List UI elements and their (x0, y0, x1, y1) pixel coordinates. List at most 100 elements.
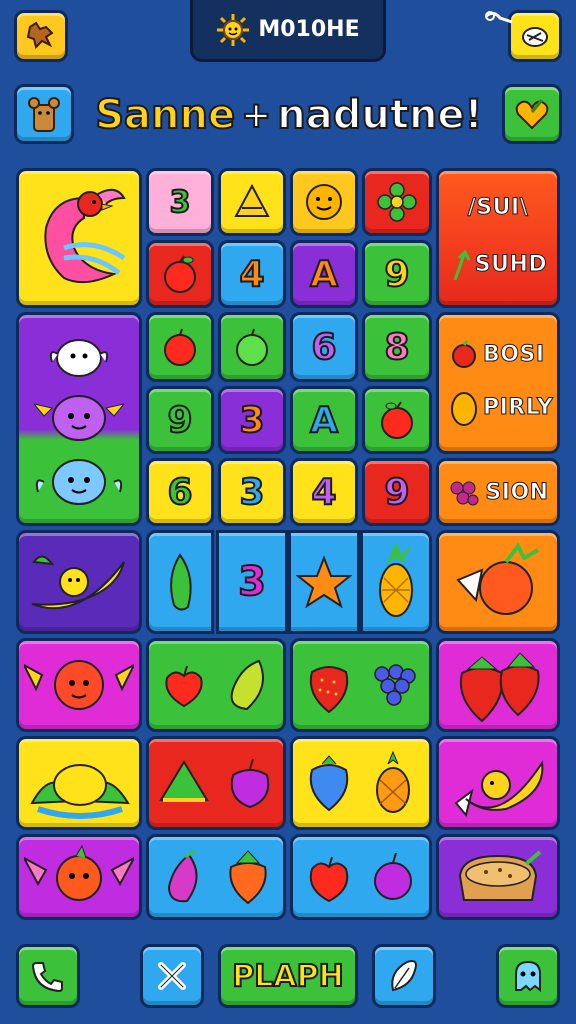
tile-number: A (309, 253, 339, 296)
raspberry-icon (450, 481, 479, 506)
score-label: M010HE (258, 17, 360, 42)
panel-mid-line1: BOSI (483, 341, 545, 367)
tile-strawberry-grape-pair[interactable] (290, 638, 432, 732)
key-icon (485, 11, 513, 24)
tile-orange-right[interactable] (436, 530, 560, 634)
tile-banana-bird[interactable] (16, 530, 142, 634)
tile-r1-c2[interactable] (218, 168, 286, 236)
tile-r5-c3[interactable]: 4 (290, 458, 358, 526)
tile-bread-right[interactable] (436, 834, 560, 920)
tile-r4-c2[interactable]: 3 (218, 386, 286, 454)
apple-icon (381, 401, 413, 439)
ghost-blue-icon (35, 459, 123, 505)
apple-icon (165, 665, 203, 708)
blueberry-icon (309, 755, 349, 812)
tile-r5-c1[interactable]: 6 (146, 458, 214, 526)
sticker-icon (522, 27, 548, 47)
strawberries-icon (460, 652, 540, 723)
sticker-button[interactable] (508, 10, 562, 62)
lemon-bird-icon (454, 760, 544, 818)
tile-r3-c1[interactable] (146, 312, 214, 382)
tile-red-bird[interactable] (16, 834, 142, 920)
title-plus: + (240, 94, 272, 137)
tile-strawberries-right[interactable] (436, 638, 560, 732)
tile-r4-c4[interactable] (362, 386, 432, 454)
panel-top-line1: /SUI\ (467, 194, 529, 220)
phone-icon (31, 962, 63, 993)
ghost-purple-icon (34, 395, 124, 441)
sun-icon (217, 13, 250, 46)
tile-r2-c3[interactable]: A (290, 240, 358, 308)
tile-number: 6 (166, 471, 193, 514)
ghost-white-icon (49, 339, 109, 377)
panel-mid-right[interactable]: BOSI PIRLY (436, 312, 560, 454)
tile-r4-c3[interactable]: A (290, 386, 358, 454)
tile-r2-c4[interactable]: 9 (362, 240, 432, 308)
tile-r6-c3[interactable] (288, 530, 360, 634)
tile-r5-c4[interactable]: 9 (362, 458, 432, 526)
tile-lemon-bird-right[interactable] (436, 736, 560, 830)
tile-lemon-leaf[interactable] (16, 736, 142, 830)
tile-r6-c4[interactable] (360, 530, 432, 634)
tile-r1-c1[interactable]: 3 (146, 168, 214, 236)
tile-r2-c1[interactable] (146, 240, 214, 308)
plum-icon (374, 852, 412, 900)
heart-icon (515, 99, 549, 130)
tile-winged-apple[interactable] (16, 638, 142, 732)
orange-icon (456, 542, 539, 615)
tile-number: 9 (383, 253, 410, 296)
red-bird-icon (24, 844, 134, 901)
strawberry-icon (309, 666, 349, 714)
tile-bird-big[interactable] (16, 168, 142, 308)
tile-triangle-berry-pair[interactable] (146, 736, 286, 830)
play-label: PLAPH (231, 958, 344, 995)
winged-apple-icon (24, 660, 134, 710)
tile-r3-c3[interactable]: 6 (290, 312, 358, 382)
tile-r1-c3[interactable] (290, 168, 358, 236)
dog-icon-button[interactable] (14, 10, 68, 62)
tile-berry-pineapple-pair[interactable] (290, 736, 432, 830)
tile-r1-c4[interactable] (362, 168, 432, 236)
tile-creatures-column[interactable] (16, 312, 142, 526)
tile-number: 6 (310, 326, 337, 369)
tile-number: 3 (238, 399, 265, 442)
apple-icon (452, 340, 476, 368)
play-button[interactable]: PLAPH (218, 944, 358, 1008)
ghost-icon (515, 960, 541, 993)
close-button[interactable] (140, 944, 204, 1008)
tile-plum-carrot-pair[interactable] (146, 834, 286, 920)
pepper-icon (170, 553, 192, 611)
lemon-icon (30, 764, 130, 819)
leaf-button[interactable] (372, 944, 436, 1008)
lemon-icon (451, 392, 477, 426)
heart-button[interactable] (502, 84, 562, 144)
tile-r3-c2[interactable] (218, 312, 286, 382)
phone-button[interactable] (16, 944, 80, 1008)
tile-number: 3 (237, 558, 267, 606)
ghost-button[interactable] (496, 944, 560, 1008)
tile-r4-c1[interactable]: 9 (146, 386, 214, 454)
tile-r3-c4[interactable]: 8 (362, 312, 432, 382)
tile-r6-c1[interactable] (146, 530, 214, 634)
tile-number: 9 (166, 399, 193, 442)
bell-icon (234, 183, 270, 217)
bird-icon (44, 188, 126, 284)
panel-lower-right[interactable]: SION (436, 458, 560, 526)
tile-number: 4 (238, 253, 265, 296)
dog-icon (26, 21, 54, 49)
tile-number: A (309, 399, 339, 442)
panel-top-line2: SUHD (474, 252, 548, 278)
eggplant-icon (167, 849, 198, 903)
tile-number: 3 (238, 471, 265, 514)
tile-r6-c2[interactable]: 3 (216, 530, 288, 634)
tile-number: 8 (383, 326, 410, 369)
tile-apple-mango-pair[interactable] (146, 638, 286, 732)
panel-top-right[interactable]: /SUI\ SUHD (436, 168, 560, 308)
tile-r5-c2[interactable]: 3 (218, 458, 286, 526)
tile-r2-c2[interactable]: 4 (218, 240, 286, 308)
bear-button[interactable] (14, 84, 74, 144)
title-part2: nadutne! (276, 91, 484, 139)
tile-apple-plum-pair[interactable] (290, 834, 432, 920)
game-title: Sanne + nadutne! (84, 84, 494, 146)
title-part1: Sanne (94, 91, 236, 139)
